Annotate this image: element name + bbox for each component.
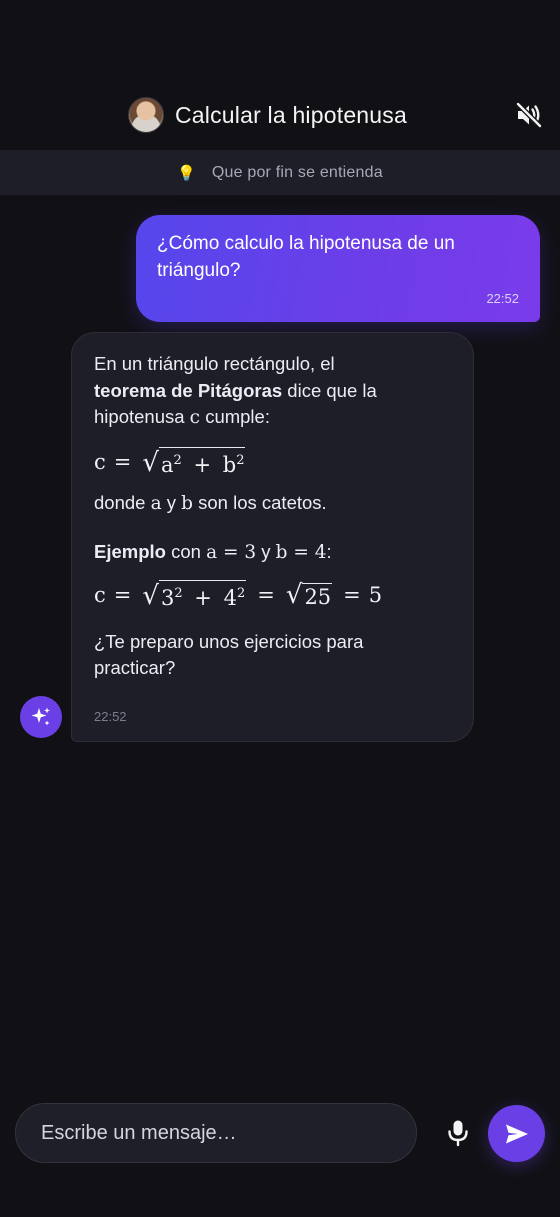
legs-description: donde a y b son los catetos.	[94, 491, 327, 514]
header-title-group: Calcular la hipotenusa	[128, 96, 407, 134]
square-root: √ a2 + b2	[142, 447, 246, 478]
page-title: Calcular la hipotenusa	[175, 101, 407, 128]
microphone-button[interactable]	[442, 1117, 474, 1149]
avatar[interactable]	[128, 97, 164, 133]
chat-subtitle-bar: 💡 Que por fin se entienda	[0, 150, 560, 195]
user-message-text: ¿Cómo calculo la hipotenusa de un triáng…	[157, 233, 455, 281]
square-root: √ 32 + 42	[142, 580, 247, 611]
message-timestamp: 22:52	[94, 709, 127, 724]
message-input[interactable]	[41, 1121, 416, 1145]
example-text: Ejemplo con a = 3 y b = 4:	[94, 541, 332, 563]
lightbulb-icon: 💡	[177, 164, 196, 182]
chat-header: Calcular la hipotenusa	[0, 0, 560, 150]
user-message-bubble: ¿Cómo calculo la hipotenusa de un triáng…	[136, 215, 540, 322]
assistant-question: ¿Te preparo unos ejercicios para practic…	[94, 630, 364, 679]
square-root: √ 25	[285, 579, 333, 610]
assistant-message-bubble: En un triángulo rectángulo, el teorema d…	[71, 332, 474, 742]
ai-assistant-badge	[20, 696, 62, 738]
mute-button[interactable]	[514, 101, 544, 129]
chat-subtitle: Que por fin se entienda	[211, 163, 383, 181]
speaker-muted-icon	[516, 102, 542, 128]
assistant-intro-text: En un triángulo rectángulo, el teorema d…	[94, 353, 377, 428]
message-timestamp: 22:52	[486, 291, 519, 306]
sparkles-icon	[31, 707, 50, 726]
example-formula: c = √ 32 + 42 = √ 25 = 5	[94, 579, 383, 611]
send-icon	[505, 1124, 528, 1143]
message-composer[interactable]	[15, 1103, 417, 1163]
emphasis-text: teorema de Pitágoras	[94, 379, 283, 401]
pythagorean-formula: c = √ a2 + b2	[94, 447, 246, 478]
microphone-icon	[448, 1120, 468, 1147]
send-button[interactable]	[488, 1105, 545, 1162]
